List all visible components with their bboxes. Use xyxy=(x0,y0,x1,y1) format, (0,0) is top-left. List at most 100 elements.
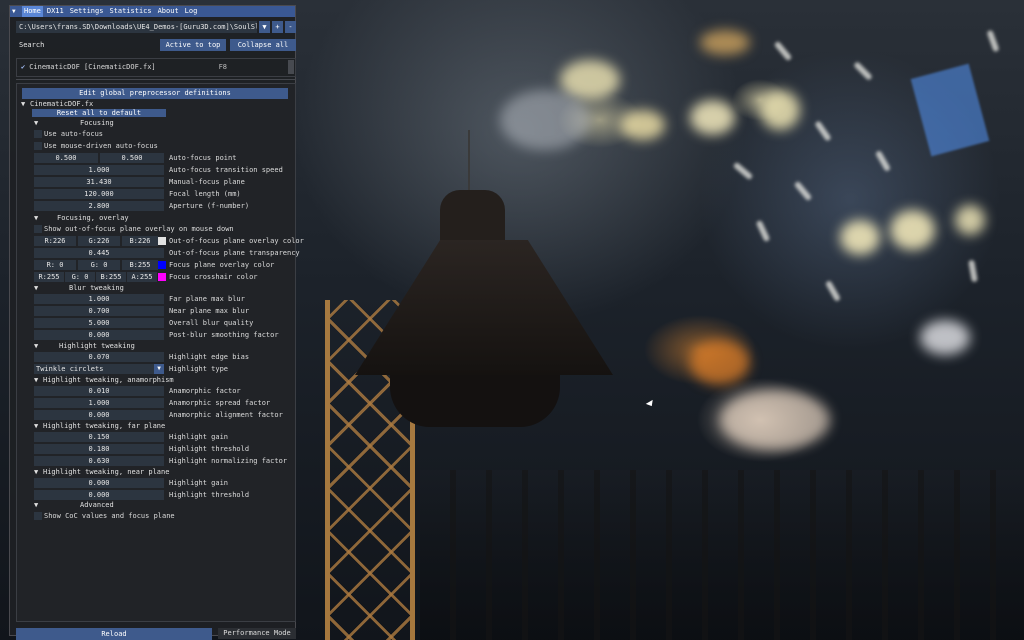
preset-path-field[interactable]: C:\Users\frans.SD\Downloads\UE4_Demos-[G… xyxy=(16,21,257,33)
expand-icon: ▼ xyxy=(34,284,39,292)
smoothing-label: Post-blur smoothing factor xyxy=(169,331,279,339)
auto-focus-label: Use auto-focus xyxy=(44,130,104,138)
transition-label: Auto-focus transition speed xyxy=(169,166,283,174)
section-highlight[interactable]: ▼ Highlight tweaking xyxy=(17,341,297,352)
menu-about[interactable]: About xyxy=(156,6,181,17)
transparency-slider[interactable]: 0.445 xyxy=(34,248,164,258)
oof-b-field[interactable]: B:226 xyxy=(122,236,158,246)
fp-g-field[interactable]: G: 0 xyxy=(78,260,120,270)
collapse-all-button[interactable]: Collapse all xyxy=(230,39,296,51)
search-input[interactable]: Search xyxy=(16,39,156,51)
section-focusing[interactable]: ▼ Focusing xyxy=(17,118,297,129)
manual-focus-label: Manual-focus plane xyxy=(169,178,245,186)
section-near-plane[interactable]: ▼ Highlight tweaking, near plane xyxy=(17,467,297,478)
effect-name: CinematicDOF [CinematicDOF.fx] xyxy=(29,63,156,71)
fp-b-field[interactable]: B:255 xyxy=(122,260,158,270)
oof-g-field[interactable]: G:226 xyxy=(78,236,120,246)
near-blur-label: Near plane max blur xyxy=(169,307,250,315)
menu-log[interactable]: Log xyxy=(183,6,200,17)
scene-light xyxy=(500,90,590,150)
section-title: Highlight tweaking, anamorphism xyxy=(43,376,174,384)
active-to-top-button[interactable]: Active to top xyxy=(160,39,226,51)
menu-settings[interactable]: Settings xyxy=(68,6,106,17)
anamorphic-align-label: Anamorphic alignment factor xyxy=(169,411,283,419)
preset-dropdown-icon[interactable]: ▼ xyxy=(259,21,270,33)
smoothing-slider[interactable]: 0.000 xyxy=(34,330,164,340)
check-icon[interactable]: ✔ xyxy=(21,63,25,71)
menu-dx11[interactable]: DX11 xyxy=(45,6,66,17)
far-normalize-slider[interactable]: 0.630 xyxy=(34,456,164,466)
effect-list-scrollbar[interactable] xyxy=(288,60,294,74)
near-blur-slider[interactable]: 0.700 xyxy=(34,306,164,316)
scene-light xyxy=(890,210,935,250)
section-far-plane[interactable]: ▼ Highlight tweaking, far plane xyxy=(17,421,297,432)
mouse-cursor-icon xyxy=(645,399,656,409)
reload-button[interactable]: Reload xyxy=(16,628,212,640)
aperture-slider[interactable]: 2.800 xyxy=(34,201,164,211)
remove-preset-button[interactable]: - xyxy=(285,21,296,33)
near-gain-label: Highlight gain xyxy=(169,479,229,487)
far-blur-slider[interactable]: 1.000 xyxy=(34,294,164,304)
expand-icon: ▼ xyxy=(34,501,39,509)
near-gain-slider[interactable]: 0.000 xyxy=(34,478,164,488)
transition-slider[interactable]: 1.000 xyxy=(34,165,164,175)
section-title: Focusing xyxy=(80,119,114,127)
fp-color-swatch[interactable] xyxy=(158,261,166,269)
oof-color-swatch[interactable] xyxy=(158,237,166,245)
collapse-window-icon[interactable]: ▼ xyxy=(12,8,20,15)
expand-icon: ▼ xyxy=(21,100,26,108)
splitter[interactable] xyxy=(16,79,296,80)
oof-r-field[interactable]: R:226 xyxy=(34,236,76,246)
anamorphic-factor-slider[interactable]: 0.010 xyxy=(34,386,164,396)
afp-x-slider[interactable]: 0.500 xyxy=(34,153,98,163)
show-overlay-checkbox[interactable] xyxy=(34,225,42,233)
effect-list: ✔ CinematicDOF [CinematicDOF.fx] F8 xyxy=(16,58,296,77)
far-gain-slider[interactable]: 0.150 xyxy=(34,432,164,442)
far-threshold-label: Highlight threshold xyxy=(169,445,250,453)
reset-default-button[interactable]: Reset all to default xyxy=(32,109,166,117)
ch-g-field[interactable]: G: 0 xyxy=(65,272,95,282)
section-title: Blur tweaking xyxy=(69,284,124,292)
menu-statistics[interactable]: Statistics xyxy=(107,6,153,17)
fp-r-field[interactable]: R: 0 xyxy=(34,260,76,270)
performance-mode-toggle[interactable]: Performance Mode xyxy=(218,628,296,639)
manual-focus-slider[interactable]: 31.430 xyxy=(34,177,164,187)
section-advanced[interactable]: ▼ Advanced xyxy=(17,500,297,511)
section-anamorph[interactable]: ▼ Highlight tweaking, anamorphism xyxy=(17,375,297,386)
scene-light xyxy=(690,100,735,135)
bokeh-streak xyxy=(732,161,754,181)
anamorphic-align-slider[interactable]: 0.000 xyxy=(34,410,164,420)
highlight-type-select[interactable]: Twinkle circlets ▼ xyxy=(34,364,164,374)
anamorphic-spread-slider[interactable]: 1.000 xyxy=(34,398,164,408)
ch-a-field[interactable]: A:255 xyxy=(127,272,157,282)
far-threshold-slider[interactable]: 0.180 xyxy=(34,444,164,454)
ch-b-field[interactable]: B:255 xyxy=(96,272,126,282)
focal-length-label: Focal length (mm) xyxy=(169,190,241,198)
expand-icon: ▼ xyxy=(34,376,39,384)
section-title: Advanced xyxy=(80,501,114,509)
ch-r-field[interactable]: R:255 xyxy=(34,272,64,282)
section-title: Focusing, overlay xyxy=(57,214,129,222)
chevron-down-icon[interactable]: ▼ xyxy=(154,364,164,374)
bokeh-streak xyxy=(968,259,978,283)
menu-bar: ▼ Home DX11 Settings Statistics About Lo… xyxy=(10,6,295,17)
auto-focus-checkbox[interactable] xyxy=(34,130,42,138)
section-blur[interactable]: ▼ Blur tweaking xyxy=(17,283,297,294)
afp-y-slider[interactable]: 0.500 xyxy=(100,153,164,163)
edge-bias-slider[interactable]: 0.070 xyxy=(34,352,164,362)
ch-color-swatch[interactable] xyxy=(158,273,166,281)
effect-item[interactable]: ✔ CinematicDOF [CinematicDOF.fx] xyxy=(21,63,156,71)
anamorphic-factor-label: Anamorphic factor xyxy=(169,387,241,395)
far-blur-label: Far plane max blur xyxy=(169,295,245,303)
mouse-focus-checkbox[interactable] xyxy=(34,142,42,150)
add-preset-button[interactable]: + xyxy=(272,21,283,33)
mouse-focus-label: Use mouse-driven auto-focus xyxy=(44,142,158,150)
edit-preprocessor-button[interactable]: Edit global preprocessor definitions xyxy=(22,88,288,99)
focal-length-slider[interactable]: 120.000 xyxy=(34,189,164,199)
show-coc-checkbox[interactable] xyxy=(34,512,42,520)
section-overlay[interactable]: ▼ Focusing, overlay xyxy=(17,213,297,224)
menu-home[interactable]: Home xyxy=(22,6,43,17)
near-threshold-slider[interactable]: 0.000 xyxy=(34,490,164,500)
search-row: Search Active to top Collapse all xyxy=(16,39,296,51)
blur-quality-slider[interactable]: 5.000 xyxy=(34,318,164,328)
